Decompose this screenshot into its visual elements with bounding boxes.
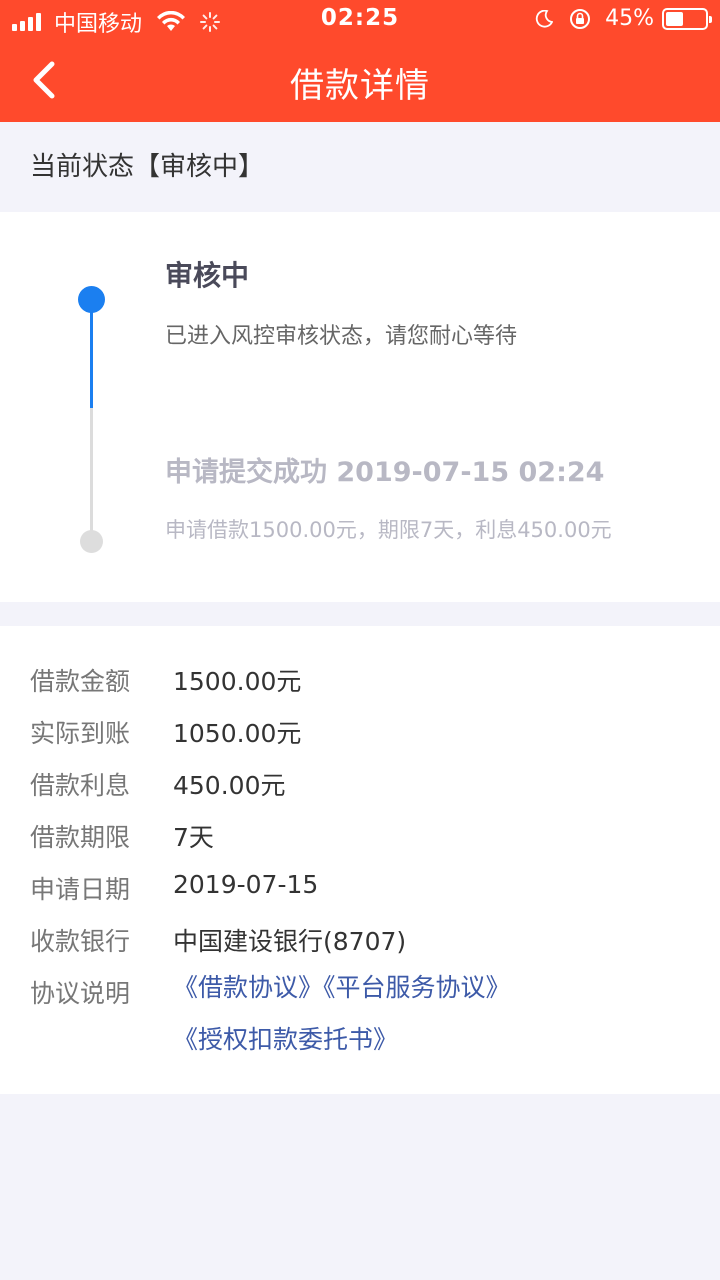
detail-row-interest: 借款利息 450.00元 xyxy=(0,766,720,806)
current-status: 当前状态【审核中】 xyxy=(0,122,720,212)
status-right: 45% xyxy=(535,6,712,31)
timeline-line-inactive xyxy=(90,408,93,538)
detail-value: 7天 xyxy=(173,823,214,852)
timeline-step-title: 申请提交成功 2019-07-15 02:24 xyxy=(165,457,605,488)
header: 中国移动 02:25 45% 借款详情 xyxy=(0,0,720,122)
timeline-card: 审核中 已进入风控审核状态，请您耐心等待 申请提交成功 2019-07-15 0… xyxy=(0,212,720,602)
page-title: 借款详情 xyxy=(290,66,430,106)
agreement-links: 《借款协议》《平台服务协议》 《授权扣款委托书》 xyxy=(173,962,693,1066)
detail-label: 借款期限 xyxy=(30,823,131,852)
timeline-dot-active xyxy=(78,286,105,313)
detail-row-received: 实际到账 1050.00元 xyxy=(0,714,720,754)
detail-row-bank: 收款银行 中国建设银行(8707) xyxy=(0,922,720,962)
status-bar: 中国移动 02:25 45% xyxy=(0,0,720,40)
timeline-dot-inactive xyxy=(80,530,103,553)
nav-bar: 借款详情 xyxy=(0,40,720,122)
agreement-link-loan[interactable]: 《借款协议》 xyxy=(173,973,323,1002)
detail-value: 1050.00元 xyxy=(173,719,302,748)
detail-label: 协议说明 xyxy=(30,979,131,1008)
detail-value: 2019-07-15 xyxy=(173,870,319,899)
detail-label: 实际到账 xyxy=(30,719,131,748)
agreement-link-platform-service[interactable]: 《平台服务协议》 xyxy=(323,973,511,1002)
battery-icon xyxy=(662,7,712,30)
detail-label: 收款银行 xyxy=(30,927,131,956)
detail-value: 中国建设银行(8707) xyxy=(173,927,407,956)
detail-row-agreements: 协议说明 《借款协议》《平台服务协议》 《授权扣款委托书》 xyxy=(0,962,720,1072)
detail-value: 1500.00元 xyxy=(173,667,302,696)
battery-fill xyxy=(666,11,684,26)
detail-row-date: 申请日期 2019-07-15 xyxy=(0,870,720,910)
detail-value: 450.00元 xyxy=(173,771,286,800)
timeline-line-active xyxy=(90,300,93,420)
detail-row-amount: 借款金额 1500.00元 xyxy=(0,662,720,702)
timeline-step-desc: 已进入风控审核状态，请您耐心等待 xyxy=(165,324,518,349)
agreement-link-auto-debit[interactable]: 《授权扣款委托书》 xyxy=(173,1025,398,1054)
detail-label: 申请日期 xyxy=(30,875,131,904)
battery-percent: 45% xyxy=(605,6,654,31)
rotation-lock-icon xyxy=(570,8,591,29)
detail-row-term: 借款期限 7天 xyxy=(0,818,720,858)
timeline-step-desc: 申请借款1500.00元，期限7天，利息450.00元 xyxy=(165,518,612,542)
detail-label: 借款金额 xyxy=(30,667,131,696)
moon-icon xyxy=(535,9,554,28)
battery-nub xyxy=(709,15,712,23)
detail-label: 借款利息 xyxy=(30,771,131,800)
loan-details: 借款金额 1500.00元 实际到账 1050.00元 借款利息 450.00元… xyxy=(0,626,720,1094)
timeline-step-title: 审核中 xyxy=(165,259,250,292)
